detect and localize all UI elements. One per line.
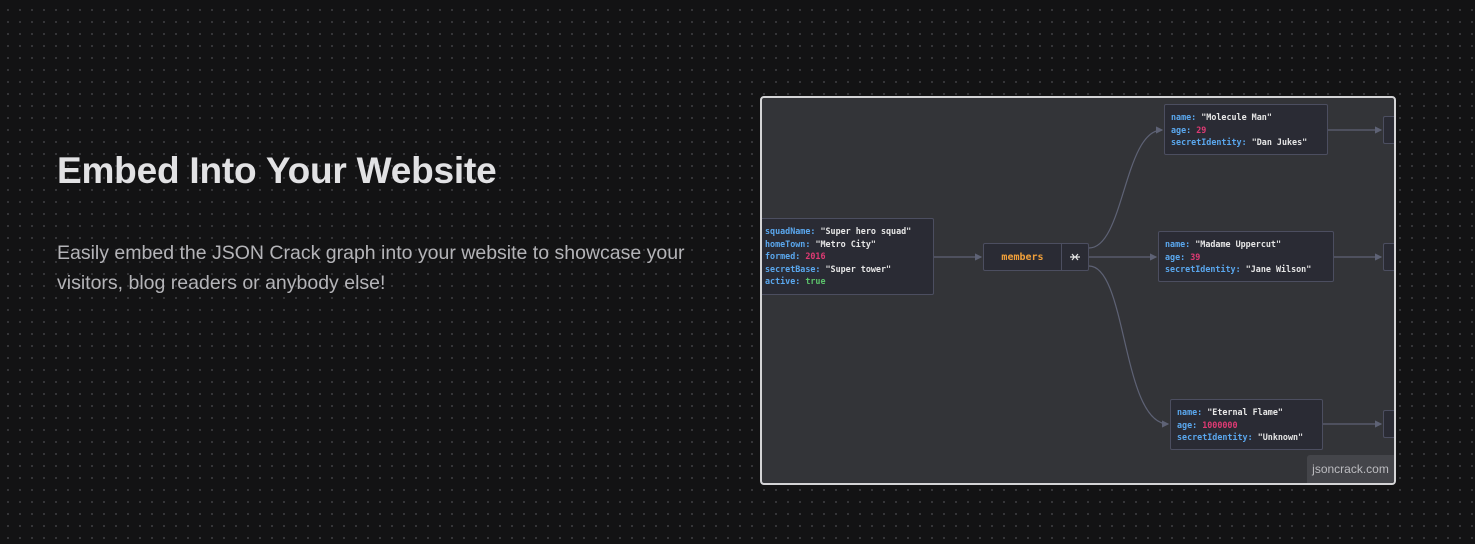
value-label: 2016 <box>805 251 826 262</box>
field-age: age: 1000000 <box>1177 419 1316 432</box>
root-object-node[interactable]: squadName: "Super hero squad" homeTown: … <box>762 218 934 295</box>
edge-members-member-3 <box>1088 265 1170 428</box>
members-array-node[interactable]: members <box>983 243 1089 271</box>
section-title: Embed Into Your Website <box>57 150 497 191</box>
field-squadName: squadName: "Super hero squad" <box>765 225 927 238</box>
field-secretBase: secretBase: "Super tower" <box>765 263 927 276</box>
key-label: homeTown: <box>765 238 811 249</box>
key-label: age: <box>1177 419 1198 430</box>
value-label: "Madame Uppercut" <box>1195 239 1281 249</box>
key-label: name: <box>1177 407 1203 417</box>
field-active: active: true <box>765 275 927 288</box>
child-node-stub-3[interactable] <box>1383 410 1394 438</box>
jsoncrack-watermark-link[interactable]: jsoncrack.com <box>1307 455 1394 483</box>
member-node-3[interactable]: name: "Eternal Flame" age: 1000000 secre… <box>1170 399 1323 450</box>
value-label: "Super hero squad" <box>820 226 912 236</box>
value-label: "Jane Wilson" <box>1245 264 1312 275</box>
collapse-icon[interactable] <box>1061 244 1088 270</box>
field-name: name: "Molecule Man" <box>1171 111 1321 124</box>
key-label: squadName: <box>765 226 816 236</box>
field-formed: formed: 2016 <box>765 250 927 263</box>
value-label: "Super tower" <box>825 263 892 274</box>
value-label: "Eternal Flame" <box>1207 407 1283 417</box>
value-label: "Molecule Man" <box>1201 112 1272 122</box>
edge-members-member-1 <box>1088 126 1164 249</box>
key-label: age: <box>1171 124 1192 135</box>
value-label: "Unknown" <box>1257 432 1304 443</box>
collapse-arrows-icon <box>1070 253 1080 261</box>
field-name: name: "Madame Uppercut" <box>1165 238 1327 251</box>
field-secretIdentity: secretIdentity: "Unknown" <box>1177 431 1316 444</box>
field-secretIdentity: secretIdentity: "Dan Jukes" <box>1171 136 1321 149</box>
key-label: active: <box>765 276 801 287</box>
key-label: secretIdentity: <box>1177 432 1253 443</box>
member-node-2[interactable]: name: "Madame Uppercut" age: 39 secretId… <box>1158 231 1334 282</box>
value-label: true <box>805 276 826 287</box>
member-node-1[interactable]: name: "Molecule Man" age: 29 secretIdent… <box>1164 104 1328 155</box>
field-age: age: 29 <box>1171 124 1321 137</box>
key-label: name: <box>1165 239 1191 249</box>
key-label: formed: <box>765 251 801 262</box>
field-homeTown: homeTown: "Metro City" <box>765 238 927 251</box>
field-secretIdentity: secretIdentity: "Jane Wilson" <box>1165 263 1327 276</box>
key-label: secretIdentity: <box>1171 137 1247 148</box>
key-label: secretBase: <box>765 263 821 274</box>
embedded-graph-preview[interactable]: squadName: "Super hero squad" homeTown: … <box>760 96 1396 485</box>
field-age: age: 39 <box>1165 251 1327 264</box>
key-label: name: <box>1171 112 1197 122</box>
members-label: members <box>1001 251 1044 263</box>
child-node-stub-1[interactable] <box>1383 116 1394 144</box>
value-label: 29 <box>1196 124 1207 135</box>
value-label: 1000000 <box>1202 419 1238 430</box>
value-label: 39 <box>1190 251 1201 262</box>
section-description: Easily embed the JSON Crack graph into y… <box>57 242 685 294</box>
field-name: name: "Eternal Flame" <box>1177 406 1316 419</box>
key-label: age: <box>1165 251 1186 262</box>
child-node-stub-2[interactable] <box>1383 243 1394 271</box>
key-label: secretIdentity: <box>1165 264 1241 275</box>
value-label: "Dan Jukes" <box>1251 137 1308 148</box>
value-label: "Metro City" <box>815 238 876 249</box>
